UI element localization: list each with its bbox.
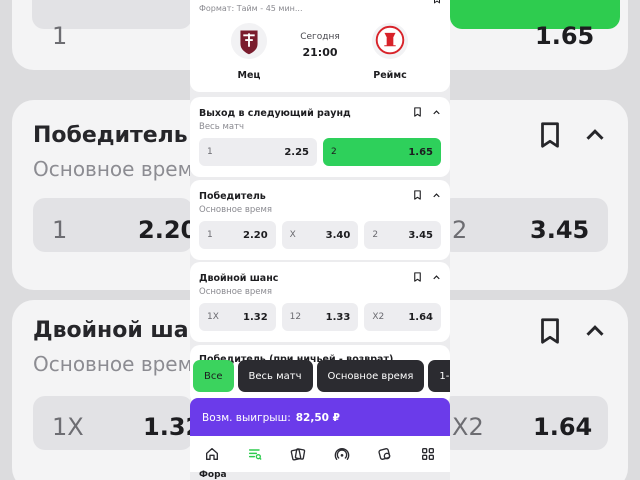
match-time: 21:00 xyxy=(302,46,338,59)
market-filter-chips: Все Весь матч Основное время 1-й тайм xyxy=(190,360,450,394)
bg-winner-right-label: 2 xyxy=(452,216,468,244)
possible-win-amount: 82,50 ₽ xyxy=(295,412,340,424)
market-title: Победитель xyxy=(199,191,266,202)
market-subtitle: Основное время xyxy=(199,205,272,215)
tab-line[interactable] xyxy=(243,442,267,466)
odd-value: 3.45 xyxy=(408,229,434,241)
odd-button-12[interactable]: 12 1.33 xyxy=(281,303,359,331)
bookmark-icon[interactable] xyxy=(432,0,442,4)
tab-menu[interactable] xyxy=(416,442,440,466)
reims-logo-icon xyxy=(371,22,409,60)
odd-button-x2[interactable]: X2 1.64 xyxy=(364,303,442,331)
odd-button-1[interactable]: 1 2.25 xyxy=(199,138,317,166)
home-icon xyxy=(205,448,218,460)
odd-value: 1.64 xyxy=(408,311,434,323)
odd-value: 1.32 xyxy=(242,311,268,323)
bg-top-value: 1.65 xyxy=(535,22,595,50)
odd-value: 3.40 xyxy=(325,229,351,241)
chevron-up-icon xyxy=(586,129,604,140)
match-format: Формат: Тайм - 45 мин... xyxy=(199,4,303,13)
bookmark-icon[interactable] xyxy=(412,271,423,283)
bg-double-right-value: 1.64 xyxy=(533,413,593,441)
match-day: Сегодня xyxy=(300,32,340,42)
odd-label: 2 xyxy=(331,147,337,157)
match-header-card: Формат: Тайм - 45 мин... Мец Сегодня 21:… xyxy=(190,0,450,92)
chip-full-match[interactable]: Весь матч xyxy=(237,360,313,392)
chevron-up-icon[interactable] xyxy=(431,107,442,118)
live-broadcast-icon xyxy=(334,448,349,460)
tab-coupon[interactable] xyxy=(373,442,397,466)
bookmark-icon xyxy=(541,318,559,344)
odd-value: 1.33 xyxy=(325,311,351,323)
bottom-tab-bar xyxy=(190,436,450,472)
tab-live[interactable] xyxy=(330,442,354,466)
line-list-icon xyxy=(248,449,262,460)
chevron-up-icon[interactable] xyxy=(431,272,442,283)
away-team-name: Реймс xyxy=(373,70,407,81)
bg-winner-left-value: 2.20 xyxy=(138,216,198,244)
bg-winner-sub: Основное время xyxy=(33,157,205,181)
odd-value: 2.20 xyxy=(242,229,268,241)
bookmark-icon[interactable] xyxy=(412,189,423,201)
market-double-chance: Двойной шанс Основное время 1X 1.32 12 1… xyxy=(190,262,450,342)
bg-double-right-label: X2 xyxy=(452,413,484,441)
market-title: Двойной шанс xyxy=(199,273,279,284)
odd-value: 1.65 xyxy=(408,146,433,158)
odd-label: 12 xyxy=(289,312,302,322)
odd-label: 1 xyxy=(207,147,213,157)
home-team[interactable]: Мец xyxy=(214,22,284,81)
odd-label: X xyxy=(289,230,296,240)
chip-all[interactable]: Все xyxy=(193,360,234,392)
bg-winner-left-label: 1 xyxy=(52,216,68,244)
market-title: Выход в следующий раунд xyxy=(199,108,351,119)
bg-winner-title: Победитель xyxy=(33,123,188,148)
bookmark-icon[interactable] xyxy=(412,106,423,118)
odd-label: X2 xyxy=(372,312,385,322)
odd-button-x[interactable]: X 3.40 xyxy=(281,221,359,249)
odd-label: 2 xyxy=(372,230,379,240)
chevron-up-icon xyxy=(586,325,604,336)
odd-button-2-selected[interactable]: 2 1.65 xyxy=(323,138,441,166)
bg-top-label: 1 xyxy=(52,22,68,50)
coupon-icon xyxy=(378,448,391,460)
chevron-up-icon[interactable] xyxy=(431,190,442,201)
odd-label: 1X xyxy=(207,312,219,322)
chip-regular-time[interactable]: Основное время xyxy=(316,360,425,392)
tab-home[interactable] xyxy=(200,442,224,466)
bg-double-sub: Основное время xyxy=(33,352,205,376)
odd-button-2[interactable]: 2 3.45 xyxy=(364,221,442,249)
odd-label: 1 xyxy=(207,230,213,240)
tab-tickets[interactable] xyxy=(286,442,310,466)
market-winner: Победитель Основное время 1 2.20 X 3.40 … xyxy=(190,180,450,260)
market-next-round: Выход в следующий раунд Весь матч 1 2.25… xyxy=(190,97,450,177)
market-subtitle: Основное время xyxy=(199,287,272,297)
possible-win-label: Возм. выигрыш: xyxy=(202,412,291,424)
match-time-block: Сегодня 21:00 xyxy=(285,32,355,59)
grid-menu-icon xyxy=(422,448,435,460)
odd-button-1x[interactable]: 1X 1.32 xyxy=(199,303,276,331)
bookmark-icon xyxy=(541,122,559,148)
market-subtitle: Весь матч xyxy=(199,122,245,132)
bg-double-left-label: 1X xyxy=(52,413,84,441)
tickets-icon xyxy=(291,448,306,461)
bg-winner-right-value: 3.45 xyxy=(530,216,590,244)
away-team[interactable]: Реймс xyxy=(355,22,425,81)
phone-screen: Формат: Тайм - 45 мин... Мец Сегодня 21:… xyxy=(190,0,450,480)
market-handicap-title: Фора xyxy=(199,470,227,480)
possible-win-bar[interactable]: Возм. выигрыш: 82,50 ₽ xyxy=(190,398,450,438)
metz-logo-icon xyxy=(230,22,268,60)
home-team-name: Мец xyxy=(237,70,261,81)
odd-button-1[interactable]: 1 2.20 xyxy=(199,221,276,249)
odd-value: 2.25 xyxy=(284,146,309,158)
chip-first-half[interactable]: 1-й тайм xyxy=(428,360,450,392)
